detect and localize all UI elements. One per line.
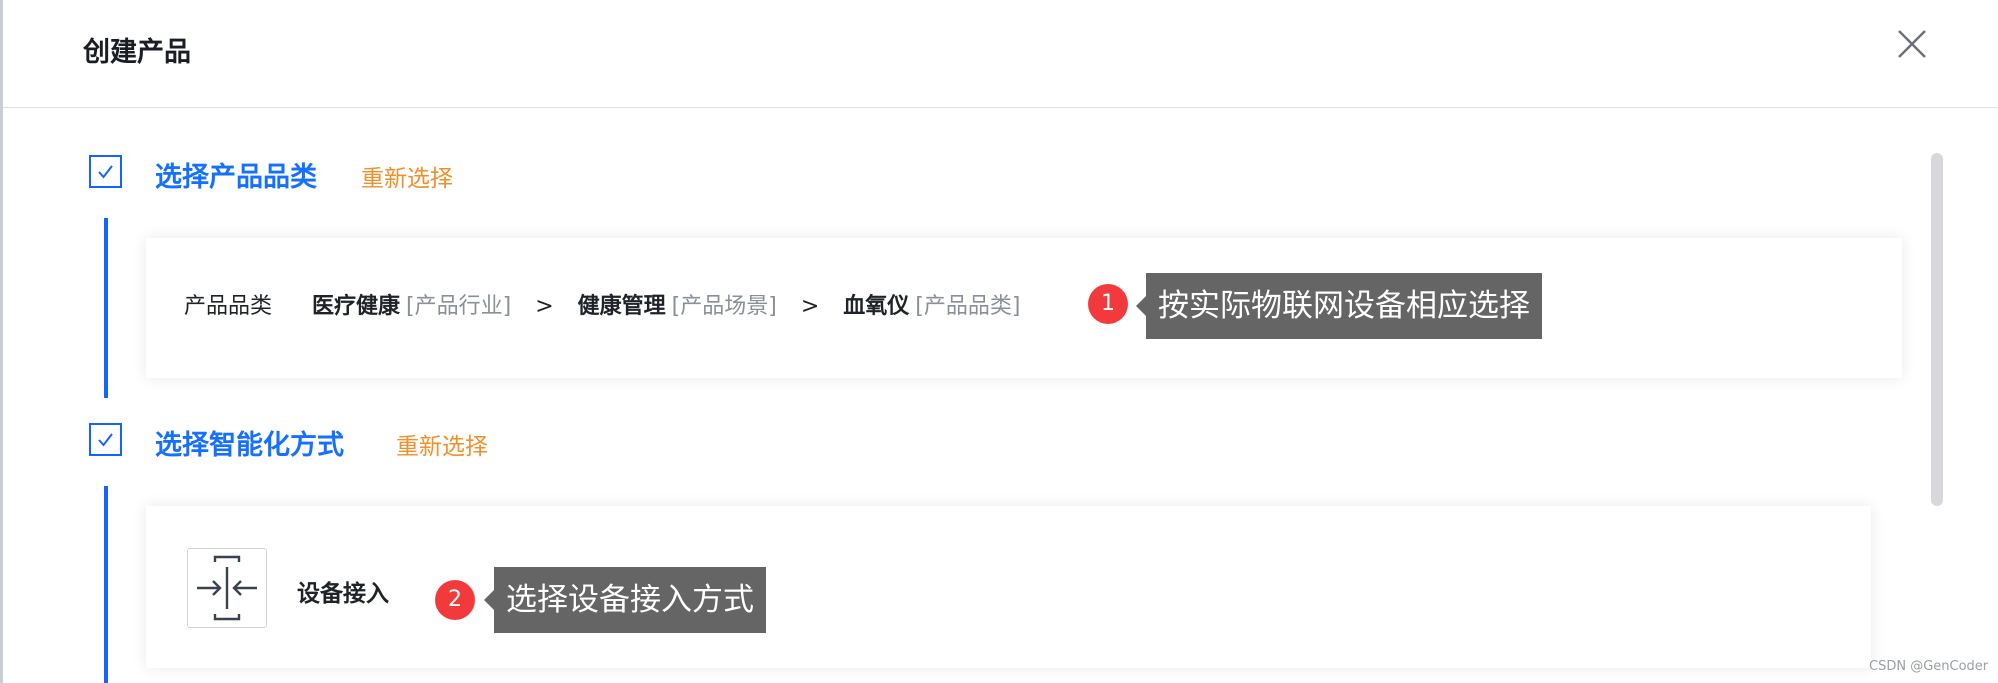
- category-industry-tag: [产品行业]: [406, 294, 512, 319]
- check-icon: [98, 165, 113, 179]
- category-path: 产品品类 医疗健康 [产品行业] > 健康管理 [产品场景] > 血氧仪 [产品品类]: [184, 292, 1020, 322]
- annotation-badge-2: 2: [435, 580, 475, 620]
- modal-title: 创建产品: [83, 37, 191, 68]
- category-product-tag: [产品品类]: [915, 294, 1021, 319]
- access-card: [146, 506, 1871, 668]
- annotation-badge-1: 1: [1088, 284, 1128, 324]
- device-access-label: 设备接入: [297, 581, 389, 607]
- path-separator: >: [535, 294, 554, 319]
- category-product: 血氧仪: [843, 294, 910, 319]
- step1-title: 选择产品品类: [155, 162, 317, 193]
- scrollbar-thumb[interactable]: [1931, 153, 1943, 506]
- step2-title: 选择智能化方式: [155, 430, 344, 461]
- step1-connector-line: [104, 218, 108, 398]
- path-separator: >: [800, 294, 820, 319]
- check-icon: [98, 433, 113, 447]
- step1-checkbox[interactable]: [89, 155, 122, 188]
- category-scene-tag: [产品场景]: [671, 294, 777, 319]
- annotation-tooltip-1: 按实际物联网设备相应选择: [1136, 273, 1542, 339]
- step2-checkbox[interactable]: [89, 423, 122, 456]
- device-access-option[interactable]: [187, 548, 267, 628]
- category-scene: 健康管理: [577, 294, 666, 319]
- category-card: 产品品类 医疗健康 [产品行业] > 健康管理 [产品场景] > 血氧仪 [产品品类]: [146, 238, 1902, 378]
- modal-header: 创建产品: [3, 0, 1998, 108]
- annotation-tooltip-2: 选择设备接入方式: [484, 567, 766, 633]
- category-industry: 医疗健康: [312, 294, 401, 319]
- close-button[interactable]: [1896, 28, 1928, 60]
- device-access-icon: [197, 555, 257, 621]
- step1-reselect-link[interactable]: 重新选择: [361, 159, 453, 193]
- category-label: 产品品类: [184, 294, 273, 319]
- step2-connector-line: [104, 486, 108, 683]
- watermark: CSDN @GenCoder: [1869, 659, 1989, 674]
- close-icon: [1898, 30, 1926, 58]
- step2-reselect-link[interactable]: 重新选择: [396, 427, 488, 461]
